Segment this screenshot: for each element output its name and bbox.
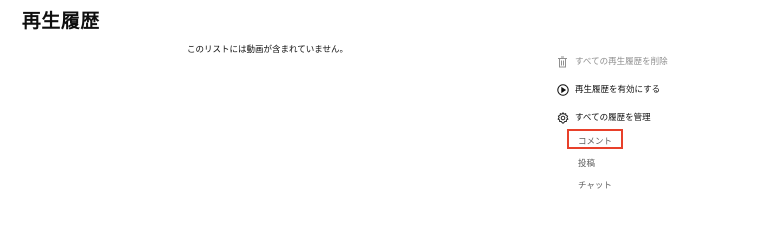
play-circle-icon	[556, 84, 569, 97]
manage-all-history-button[interactable]: すべての履歴を管理	[556, 110, 651, 126]
trash-icon	[556, 56, 569, 69]
enable-history-label: 再生履歴を有効にする	[575, 85, 661, 95]
clear-all-history-button[interactable]: すべての再生履歴を削除	[556, 54, 668, 70]
clear-all-history-label: すべての再生履歴を削除	[575, 57, 668, 67]
empty-list-message: このリストには動画が含まれていません。	[187, 45, 348, 55]
comments-highlight-box	[567, 129, 623, 149]
page-title: 再生履歴	[22, 10, 101, 32]
history-sub-item-chat[interactable]: チャット	[578, 180, 612, 192]
history-sub-item-posts[interactable]: 投稿	[578, 158, 595, 170]
gear-icon	[556, 112, 569, 125]
enable-history-button[interactable]: 再生履歴を有効にする	[556, 82, 660, 98]
manage-all-history-label: すべての履歴を管理	[575, 113, 651, 123]
